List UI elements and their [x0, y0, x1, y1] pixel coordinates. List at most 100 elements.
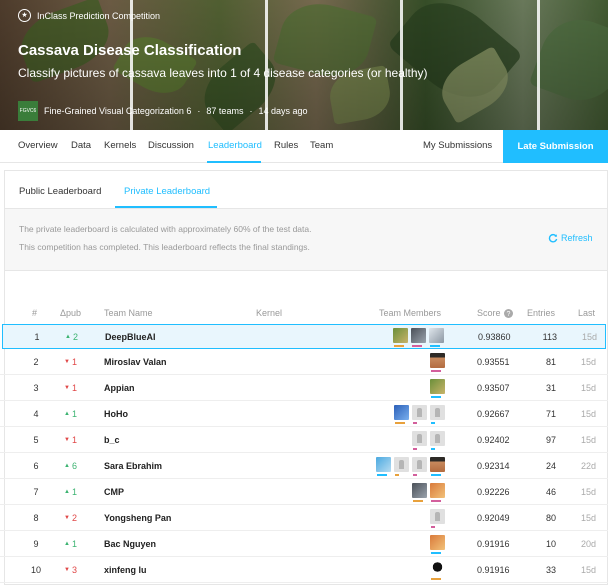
refresh-button[interactable]: Refresh — [548, 233, 593, 243]
avatar[interactable] — [394, 457, 409, 476]
tier-badge — [431, 526, 435, 528]
table-row[interactable]: 6 ▲ 6 Sara Ebrahim 0.92314 24 22d — [0, 454, 608, 479]
score-cell: 0.91916 — [477, 565, 510, 575]
header-change: Δpub — [60, 308, 82, 318]
competition-banner: ★ InClass Prediction Competition Cassava… — [0, 0, 608, 130]
rank-cell: 10 — [30, 565, 41, 575]
avatar[interactable] — [430, 353, 445, 372]
tab-kernels[interactable]: Kernels — [104, 140, 136, 151]
rank-cell: 9 — [33, 539, 39, 549]
team-name-link[interactable]: xinfeng lu — [104, 565, 147, 575]
team-name-link[interactable]: Appian — [104, 383, 135, 393]
tab-private-leaderboard[interactable]: Private Leaderboard — [124, 186, 210, 197]
avatar[interactable] — [394, 405, 409, 424]
avatar[interactable] — [430, 431, 445, 450]
table-row[interactable]: 4 ▲ 1 HoHo 0.92667 71 15d — [0, 402, 608, 427]
tier-badge — [413, 474, 417, 476]
team-name-link[interactable]: CMP — [104, 487, 124, 497]
tab-data[interactable]: Data — [71, 140, 91, 151]
team-name-link[interactable]: Sara Ebrahim — [104, 461, 162, 471]
avatar[interactable] — [412, 405, 427, 424]
triangle-down-icon: ▼ — [64, 359, 70, 365]
triangle-down-icon: ▼ — [64, 437, 70, 443]
team-count: 87 teams — [206, 106, 244, 116]
change-value: 1 — [71, 383, 77, 393]
host-name[interactable]: Fine-Grained Visual Categorization 6 — [44, 106, 191, 116]
table-row[interactable]: 5 ▼ 1 b_c 0.92402 97 15d — [0, 428, 608, 453]
my-submissions-link[interactable]: My Submissions — [423, 140, 492, 151]
entries-cell: 46 — [545, 487, 556, 497]
team-name-link[interactable]: Bac Nguyen — [104, 539, 156, 549]
table-row[interactable]: 8 ▼ 2 Yongsheng Pan 0.92049 80 15d — [0, 506, 608, 531]
score-cell: 0.93860 — [478, 332, 511, 342]
change-value: 2 — [71, 513, 77, 523]
header-rank: # — [32, 308, 38, 318]
header-team-members: Team Members — [379, 308, 442, 318]
avatar[interactable] — [412, 483, 427, 502]
team-name-link[interactable]: Miroslav Valan — [104, 357, 167, 367]
leaderboard-info: The private leaderboard is calculated wi… — [5, 209, 607, 271]
avatar[interactable] — [412, 431, 427, 450]
triangle-up-icon: ▲ — [65, 334, 71, 340]
late-submission-button[interactable]: Late Submission — [503, 130, 608, 163]
tab-discussion[interactable]: Discussion — [148, 140, 194, 151]
competition-title: Cassava Disease Classification — [18, 42, 242, 59]
triangle-up-icon: ▲ — [64, 489, 70, 495]
last-submission-cell: 15d — [580, 513, 596, 523]
last-submission-cell: 15d — [580, 435, 596, 445]
team-name-link[interactable]: HoHo — [104, 409, 128, 419]
change-cell: ▼ 1 — [64, 357, 77, 367]
avatar[interactable] — [430, 405, 445, 424]
rank-cell: 7 — [33, 487, 39, 497]
avatar[interactable] — [376, 457, 391, 476]
rank-cell: 5 — [33, 435, 39, 445]
last-submission-cell: 15d — [581, 332, 597, 342]
header-kernel: Kernel — [256, 308, 283, 318]
avatar[interactable] — [430, 509, 445, 528]
avatar[interactable] — [429, 328, 444, 347]
score-cell: 0.92049 — [477, 513, 510, 523]
avatar[interactable] — [412, 457, 427, 476]
table-row[interactable]: 3 ▼ 1 Appian 0.93507 31 15d — [0, 376, 608, 401]
change-cell: ▼ 1 — [64, 383, 77, 393]
avatar[interactable] — [430, 379, 445, 398]
table-row[interactable]: 7 ▲ 1 CMP 0.92226 46 15d — [0, 480, 608, 505]
avatar[interactable] — [393, 328, 408, 347]
svg-text:?: ? — [506, 311, 510, 318]
trophy-icon: ★ — [18, 9, 31, 22]
avatar[interactable] — [430, 535, 445, 554]
team-name-link[interactable]: DeepBlueAI — [105, 332, 156, 342]
last-submission-cell: 15d — [580, 409, 596, 419]
score-cell: 0.93507 — [477, 383, 510, 393]
table-row[interactable]: 10 ▼ 3 xinfeng lu 0.91916 33 15d — [0, 558, 608, 583]
host-logo[interactable]: FGVC6 — [18, 101, 38, 121]
table-row[interactable]: 9 ▲ 1 Bac Nguyen 0.91916 10 20d — [0, 532, 608, 557]
avatar[interactable] — [430, 457, 445, 476]
header-score[interactable]: Score ? — [477, 308, 513, 318]
team-name-link[interactable]: b_c — [104, 435, 120, 445]
tab-public-leaderboard[interactable]: Public Leaderboard — [19, 186, 101, 197]
tab-rules[interactable]: Rules — [274, 140, 298, 151]
tab-team[interactable]: Team — [310, 140, 333, 151]
tab-overview[interactable]: Overview — [18, 140, 58, 151]
header-score-label: Score — [477, 308, 501, 318]
table-row[interactable]: 1 ▲ 2 DeepBlueAI 0.93860 113 15d — [2, 324, 606, 349]
change-value: 1 — [71, 487, 77, 497]
last-submission-cell: 20d — [580, 539, 596, 549]
separator: · — [249, 106, 253, 116]
table-row[interactable]: 2 ▼ 1 Miroslav Valan 0.93551 81 15d — [0, 350, 608, 375]
tab-leaderboard[interactable]: Leaderboard — [208, 140, 262, 151]
rank-cell: 8 — [33, 513, 39, 523]
entries-cell: 10 — [545, 539, 556, 549]
avatar[interactable] — [411, 328, 426, 347]
avatar[interactable] — [430, 561, 445, 580]
header-team-name: Team Name — [104, 308, 153, 318]
change-cell: ▼ 1 — [64, 435, 77, 445]
tier-badge — [431, 422, 435, 424]
avatar[interactable] — [430, 483, 445, 502]
team-members — [430, 353, 445, 373]
change-value: 1 — [71, 357, 77, 367]
rank-cell: 1 — [34, 332, 40, 342]
team-name-link[interactable]: Yongsheng Pan — [104, 513, 171, 523]
help-icon[interactable]: ? — [503, 308, 513, 318]
